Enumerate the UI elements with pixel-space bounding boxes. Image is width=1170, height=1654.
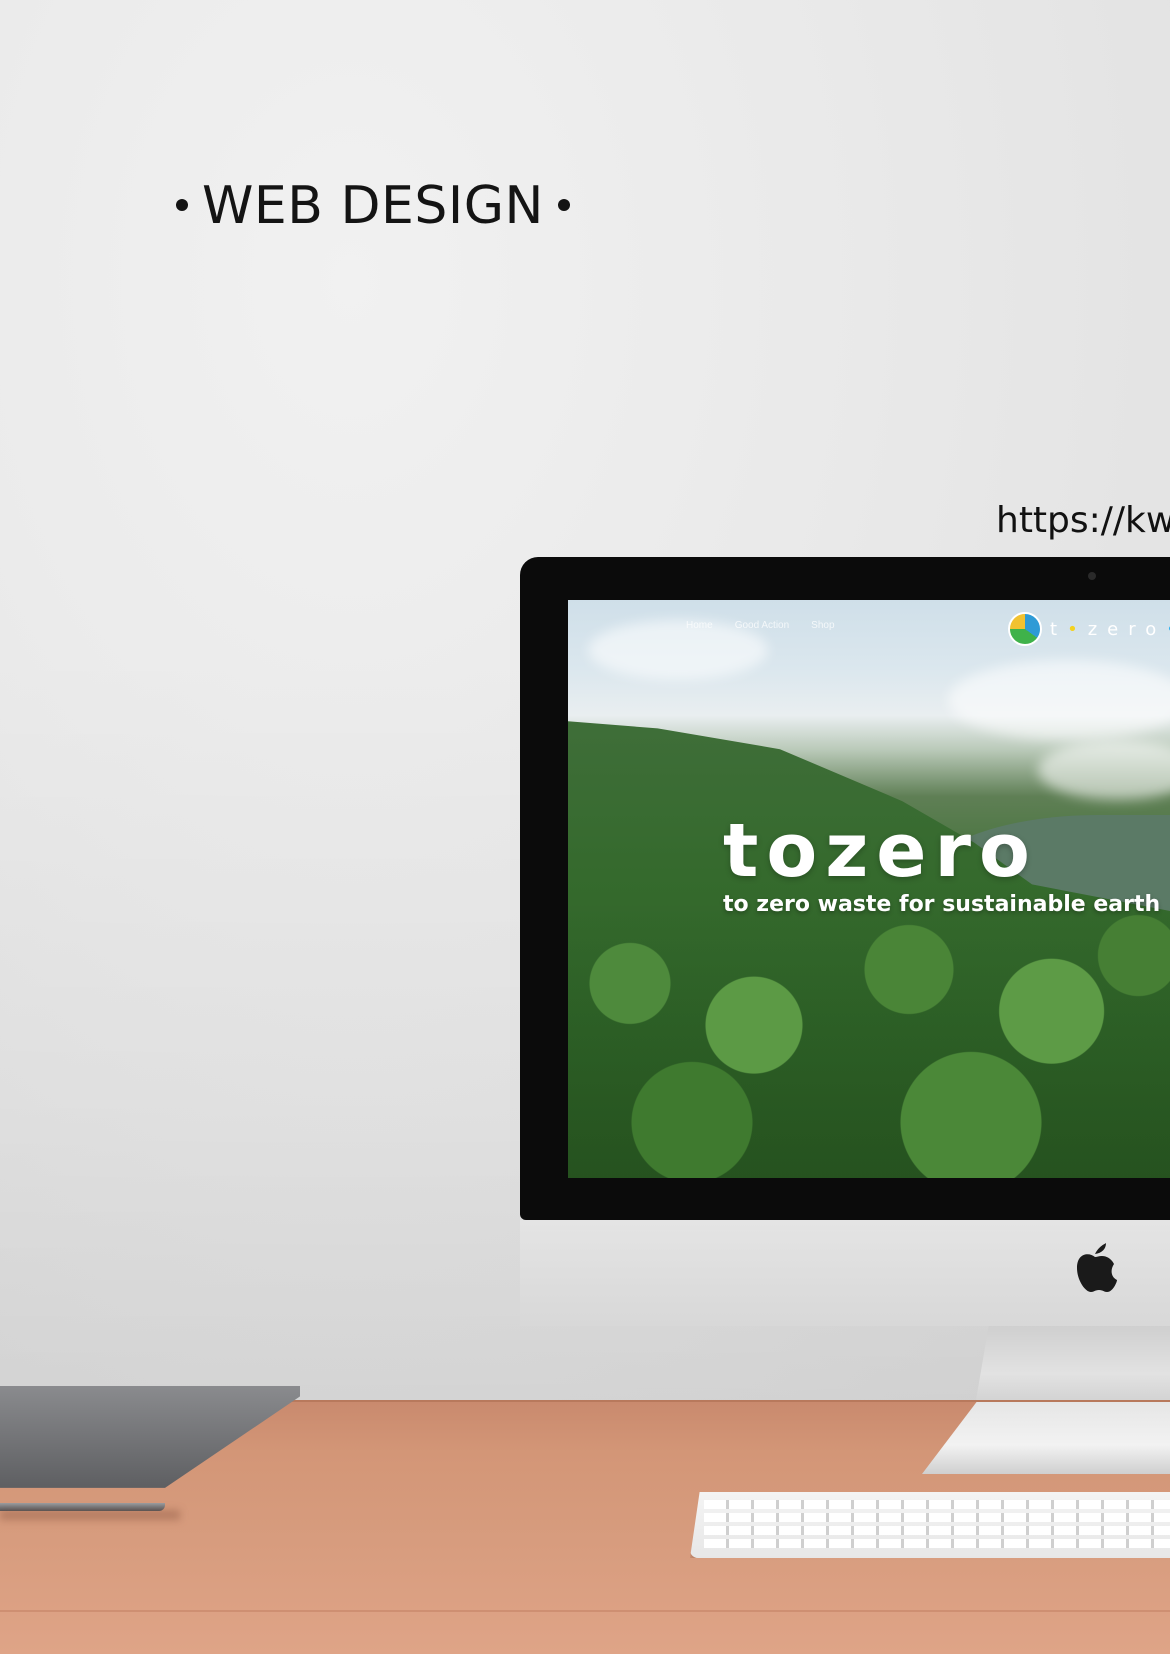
- cloud: [1038, 740, 1170, 800]
- laptop-shadow: [0, 1510, 180, 1520]
- imac-screen[interactable]: Home Good Action Shop t•zero• tozero to …: [568, 600, 1170, 1178]
- heading-text: WEB DESIGN: [202, 176, 544, 236]
- hero-tagline: to zero waste for sustainable earth: [723, 892, 1161, 917]
- site-nav: Home Good Action Shop: [686, 620, 835, 631]
- hero-title: tozero: [723, 808, 1038, 894]
- nav-item-shop[interactable]: Shop: [811, 620, 834, 631]
- camera-icon: [1088, 572, 1096, 580]
- website-url[interactable]: https://kw: [996, 500, 1170, 541]
- nav-item-good-action[interactable]: Good Action: [735, 620, 789, 631]
- key-row: [704, 1526, 1170, 1535]
- keyboard: [690, 1492, 1170, 1558]
- bullet-left: [176, 199, 188, 211]
- page-heading: WEB DESIGN: [170, 176, 570, 236]
- desk-grain: [0, 1610, 1170, 1612]
- forest-trees: [568, 900, 1170, 1178]
- cloud: [948, 660, 1170, 740]
- tozero-logo-icon: [1008, 612, 1042, 646]
- key-row: [704, 1513, 1170, 1522]
- apple-icon-shape: [1077, 1243, 1117, 1292]
- key-row: [704, 1539, 1170, 1548]
- site-logo[interactable]: t•zero•: [1008, 612, 1170, 646]
- nav-item-home[interactable]: Home: [686, 620, 713, 631]
- imac-stand: [975, 1326, 1170, 1406]
- bullet-right: [557, 199, 570, 211]
- logo-text: t•zero•: [1050, 618, 1170, 640]
- key-row: [704, 1500, 1170, 1509]
